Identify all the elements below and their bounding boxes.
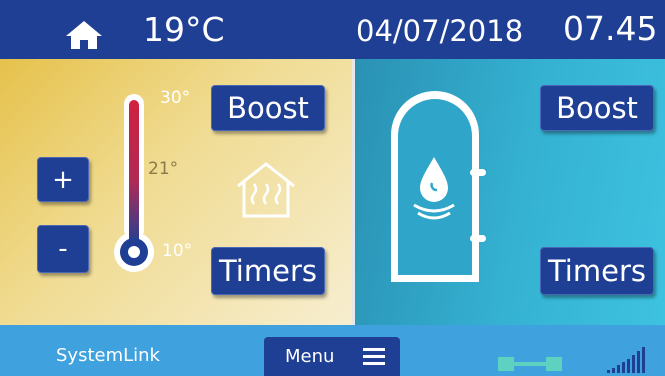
home-icon[interactable] (65, 20, 103, 50)
signal-strength-icon (607, 347, 645, 373)
brand-label: SystemLink (56, 345, 160, 366)
hot-water-timers-label: Timers (547, 254, 646, 288)
decrease-temperature-button[interactable]: - (37, 225, 89, 273)
house-heating-icon (237, 162, 295, 218)
menu-label: Menu (285, 346, 335, 367)
current-time: 07.45 (563, 9, 658, 48)
status-bar: 19°C 04/07/2018 07.45 (0, 0, 665, 59)
hot-water-timers-button[interactable]: Timers (540, 247, 654, 295)
menu-icon (363, 348, 385, 365)
hot-water-boost-label: Boost (556, 91, 638, 125)
heating-boost-label: Boost (227, 91, 309, 125)
thermometer-min-label: 10° (162, 241, 193, 261)
minus-label: - (58, 234, 68, 264)
thermometer-current-label: 21° (148, 159, 179, 179)
heating-boost-button[interactable]: Boost (211, 85, 325, 131)
heating-timers-button[interactable]: Timers (211, 247, 325, 295)
menu-button[interactable]: Menu (264, 337, 400, 376)
heating-timers-label: Timers (218, 254, 317, 288)
hot-water-boost-button[interactable]: Boost (540, 85, 654, 131)
thermometer-max-label: 30° (160, 88, 191, 108)
thermometer-icon[interactable] (110, 88, 170, 278)
increase-temperature-button[interactable]: + (37, 157, 89, 202)
water-tank-icon[interactable] (388, 87, 488, 285)
plus-label: + (52, 164, 74, 195)
current-temperature: 19°C (143, 10, 225, 49)
current-date: 04/07/2018 (356, 14, 524, 48)
connection-icon (498, 357, 562, 371)
